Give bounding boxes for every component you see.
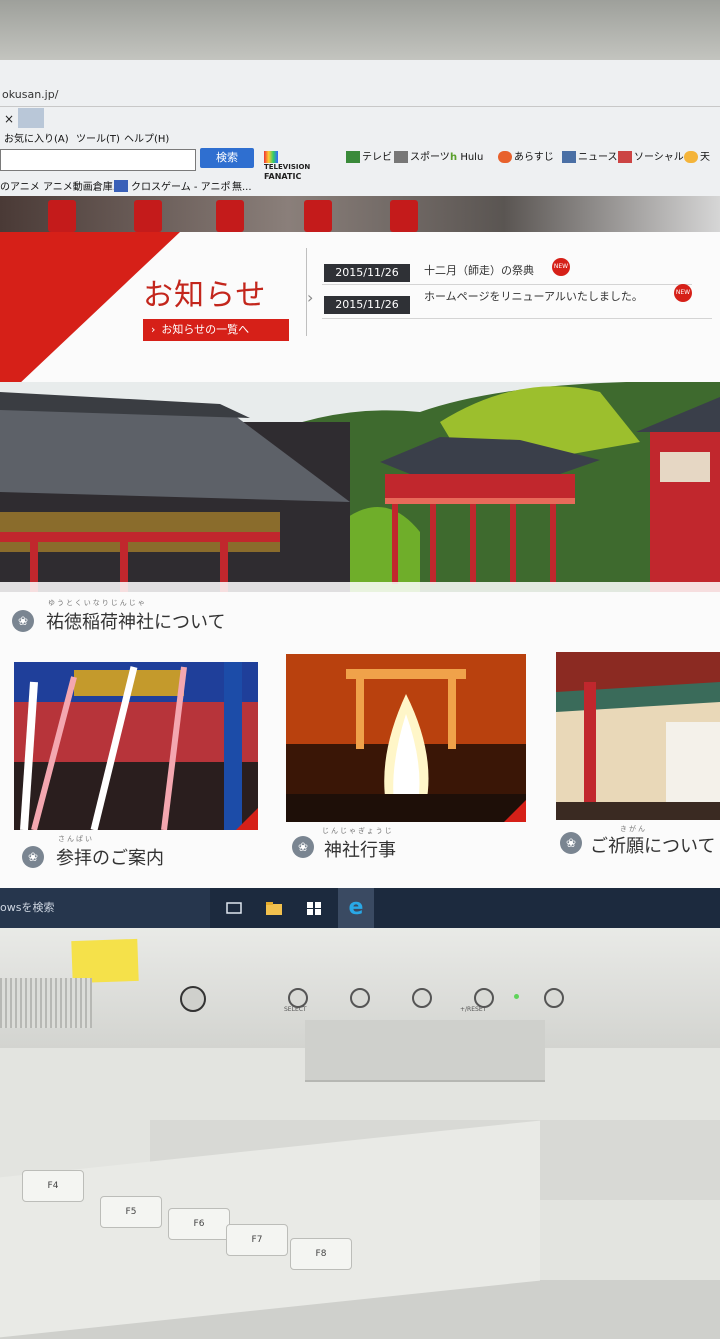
red-accent-triangle — [0, 232, 180, 402]
monitor-button-down[interactable] — [350, 988, 370, 1008]
about-ruby: ゆうとくいなりじんじゃ — [48, 599, 147, 607]
power-led — [514, 994, 519, 999]
lantern-decoration — [304, 200, 332, 232]
toolbar-terebi[interactable]: テレビ — [346, 148, 392, 168]
menu-favorites[interactable]: お気に入り(A) — [4, 130, 69, 145]
speaker-grille — [0, 978, 92, 1028]
crest-icon: ❀ — [22, 846, 44, 868]
toolbar-news[interactable]: ニュース — [562, 148, 618, 168]
crest-icon: ❀ — [12, 610, 34, 632]
address-bar[interactable]: okusan.jp/ — [0, 88, 720, 106]
news-date: 2015/11/26 — [324, 264, 410, 282]
news-section-title: お知らせ — [143, 278, 267, 313]
divider — [0, 106, 720, 107]
card-prayer-image[interactable] — [556, 652, 720, 820]
new-badge: NEW — [674, 284, 692, 302]
monitor-button-select[interactable] — [288, 988, 308, 1008]
weather-icon — [684, 151, 698, 163]
search-button[interactable]: 検索 — [200, 148, 254, 168]
lantern-decoration — [48, 200, 76, 232]
card-events-title[interactable]: 神社行事 — [324, 836, 396, 862]
monitor-button-reset[interactable] — [474, 988, 494, 1008]
tv-icon — [346, 151, 360, 163]
toolbar-hulu[interactable]: h Hulu — [450, 148, 483, 168]
favorite-more[interactable]: 無... — [232, 178, 252, 193]
sticky-note — [71, 938, 139, 984]
toolbar-search-input[interactable] — [0, 149, 196, 171]
shrine-illustration — [0, 382, 720, 592]
divider — [322, 318, 712, 319]
tv-icon — [264, 151, 278, 163]
monitor-bezel-top — [0, 0, 720, 60]
favorites-bar: のアニメ アニメ動画倉庫... クロスゲーム - アニポ 無... — [0, 178, 720, 196]
chevron-right-icon: › — [307, 288, 314, 307]
menu-bar: お気に入り(A) ツール(T) ヘルプ(H) — [0, 130, 720, 148]
browser-tab[interactable] — [18, 108, 44, 128]
divider — [322, 284, 692, 285]
card-corner-arrow — [236, 808, 258, 830]
lantern-decoration — [216, 200, 244, 232]
lantern-decoration — [390, 200, 418, 232]
card-ruby: さんぱい — [58, 835, 94, 843]
chat-icon — [498, 151, 512, 163]
shrine-hero-image — [0, 382, 720, 592]
monitor-stand — [305, 1020, 545, 1082]
store-icon[interactable] — [302, 896, 326, 920]
card-visit-image[interactable] — [14, 662, 258, 830]
key-f7[interactable]: F7 — [226, 1224, 288, 1256]
toolbar-sports[interactable]: スポーツ — [394, 148, 450, 168]
web-page: お知らせ › お知らせの一覧へ › 2015/11/26 十二月（師走）の祭典 N… — [0, 196, 720, 888]
key-f8[interactable]: F8 — [290, 1238, 352, 1270]
task-view-icon[interactable] — [222, 896, 246, 920]
crossgame-icon — [114, 180, 128, 192]
crest-icon: ❀ — [560, 832, 582, 854]
internet-explorer-icon: e — [348, 895, 364, 920]
card-visit-title[interactable]: 参拝のご案内 — [56, 844, 164, 870]
banner-strip — [0, 196, 720, 232]
key-f6[interactable]: F6 — [168, 1208, 230, 1240]
favorite-anime[interactable]: のアニメ アニメ動画倉庫... — [0, 178, 122, 193]
sports-icon — [394, 151, 408, 163]
crest-icon: ❀ — [292, 836, 314, 858]
key-f5[interactable]: F5 — [100, 1196, 162, 1228]
power-button[interactable] — [544, 988, 564, 1008]
monitor-button-label: +/RESET — [460, 1006, 487, 1013]
taskbar-active-app[interactable]: e — [338, 888, 374, 928]
news-date: 2015/11/26 — [324, 296, 410, 314]
new-badge: NEW — [552, 258, 570, 276]
file-explorer-icon[interactable] — [262, 896, 286, 920]
card-corner-arrow — [504, 800, 526, 822]
about-shrine-link[interactable]: 祐徳稲荷神社について — [46, 608, 225, 634]
card-events-image[interactable] — [286, 654, 526, 822]
close-icon[interactable]: × — [4, 112, 14, 126]
news-list-link[interactable]: › お知らせの一覧へ — [143, 319, 289, 341]
hulu-icon: h — [450, 152, 458, 163]
card-ruby: じんじゃぎょうじ — [322, 827, 394, 835]
chevron-right-icon: › — [151, 323, 156, 336]
taskbar: owsを検索 e — [0, 888, 720, 928]
key-f4[interactable]: F4 — [22, 1170, 84, 1202]
lantern-decoration — [134, 200, 162, 232]
news-item-link[interactable]: ホームページをリニューアルいたしました。 — [424, 288, 643, 304]
toolbar-weather[interactable]: 天 — [684, 148, 710, 168]
monitor-button-label: SELECT — [284, 1006, 307, 1013]
news-icon — [562, 151, 576, 163]
prayer-hall-illustration — [556, 652, 720, 820]
visit-illustration — [14, 662, 258, 830]
toolbar-television-fanatic[interactable]: TELEVISION FANATIC — [264, 149, 310, 181]
menu-tools[interactable]: ツール(T) — [76, 130, 120, 145]
taskbar-search[interactable]: owsを検索 — [0, 888, 210, 928]
social-icon — [618, 151, 632, 163]
toolbar-arasuji[interactable]: あらすじ — [498, 148, 554, 168]
festival-fire-illustration — [286, 654, 526, 822]
news-item-link[interactable]: 十二月（師走）の祭典 — [424, 262, 534, 278]
toolbar-social[interactable]: ソーシャル — [618, 148, 684, 168]
menu-help[interactable]: ヘルプ(H) — [124, 130, 169, 145]
monitor-button-up[interactable] — [412, 988, 432, 1008]
favorite-crossgame[interactable]: クロスゲーム - アニポ — [131, 178, 230, 193]
card-prayer-title[interactable]: ご祈願について — [590, 832, 715, 858]
headphone-jack — [180, 986, 206, 1012]
